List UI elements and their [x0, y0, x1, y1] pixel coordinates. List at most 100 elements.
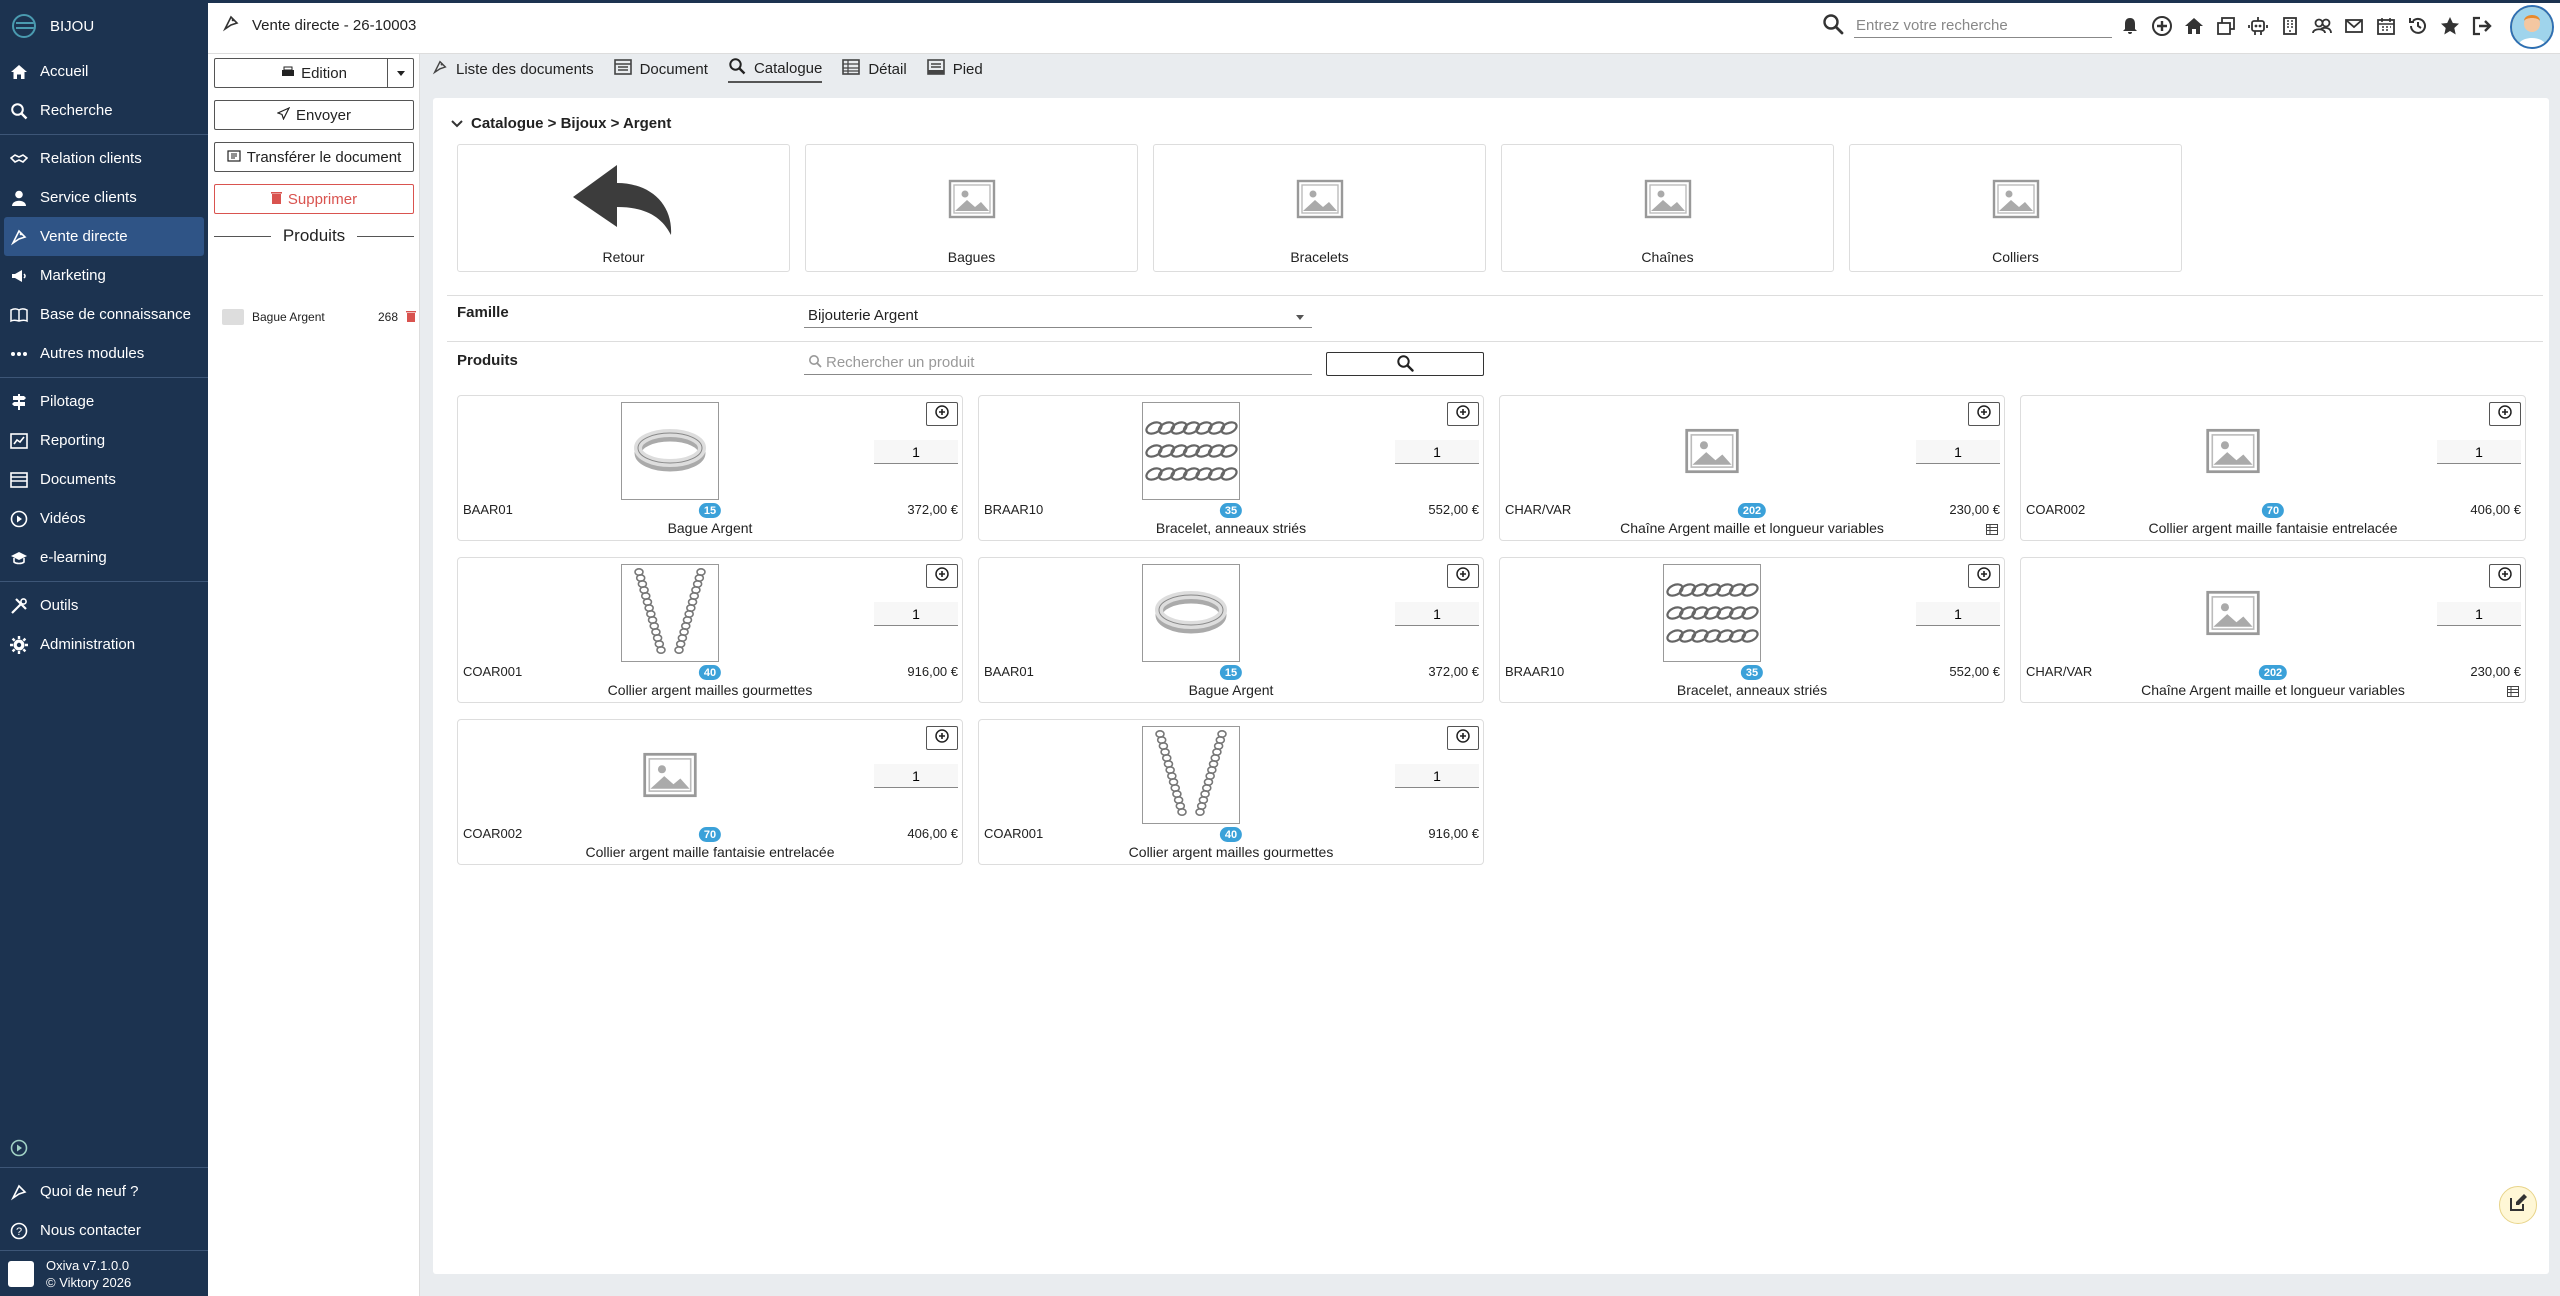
- product-price: 552,00 €: [1428, 502, 1479, 517]
- product-card[interactable]: COAR002 70 406,00 € Collier argent maille f…: [457, 719, 963, 865]
- product-card[interactable]: BAAR01 15 372,00 € Bague Argent: [978, 557, 1484, 703]
- tab-label: Document: [639, 60, 708, 78]
- sidebar-item-recherche[interactable]: Recherche: [0, 91, 208, 130]
- product-card[interactable]: BRAAR10 35 552,00 € Bracelet, anneaux strié…: [978, 395, 1484, 541]
- tab-pied[interactable]: Pied: [926, 55, 983, 83]
- add-to-cart-button[interactable]: [926, 402, 958, 426]
- tab-catalogue[interactable]: Catalogue: [727, 55, 823, 83]
- sidebar-item-e-learning[interactable]: e-learning: [0, 538, 208, 577]
- avatar[interactable]: [2510, 5, 2554, 49]
- category-cha-nes[interactable]: Chaînes: [1501, 144, 1834, 272]
- product-card[interactable]: BAAR01 15 372,00 € Bague Argent: [457, 395, 963, 541]
- sidebar-item-quoi-de-neuf-[interactable]: Quoi de neuf ?: [0, 1172, 208, 1211]
- ring-image: [1142, 564, 1240, 662]
- product-card[interactable]: COAR001 40 916,00 € Collier argent mailles …: [457, 557, 963, 703]
- add-to-cart-button[interactable]: [1447, 726, 1479, 750]
- product-name: Collier argent maille fantaisie entrelac…: [2148, 520, 2398, 536]
- add-to-cart-button[interactable]: [1447, 402, 1479, 426]
- image-placeholder-icon: [2184, 564, 2282, 662]
- sidebar-collapse[interactable]: [0, 1133, 208, 1163]
- quantity-input[interactable]: [874, 764, 958, 788]
- add-to-cart-button[interactable]: [1968, 402, 2000, 426]
- category-bracelets[interactable]: Bracelets: [1153, 144, 1486, 272]
- windows-icon[interactable]: [2214, 14, 2238, 38]
- cart-item[interactable]: Bague Argent 268: [222, 309, 416, 325]
- sidebar-item-label: Autres modules: [40, 345, 145, 362]
- trash-icon[interactable]: [406, 310, 416, 325]
- mail-icon[interactable]: [2342, 14, 2366, 38]
- quantity-input[interactable]: [1916, 440, 2000, 464]
- product-card[interactable]: COAR001 40 916,00 € Collier argent mailles …: [978, 719, 1484, 865]
- users-icon[interactable]: [2310, 14, 2334, 38]
- variant-grid-icon[interactable]: [1986, 522, 1998, 539]
- envoyer-button[interactable]: Envoyer: [214, 100, 414, 130]
- sidebar-item-relation-clients[interactable]: Relation clients: [0, 139, 208, 178]
- calendar-icon[interactable]: [2374, 14, 2398, 38]
- add-to-cart-button[interactable]: [2489, 564, 2521, 588]
- product-name: Bracelet, anneaux striés: [1676, 682, 1828, 698]
- sidebar-item-outils[interactable]: Outils: [0, 586, 208, 625]
- edition-button[interactable]: Edition: [214, 58, 414, 88]
- sidebar-item-autres-modules[interactable]: Autres modules: [0, 334, 208, 373]
- sidebar-item-vente-directe[interactable]: Vente directe: [4, 217, 204, 256]
- edit-note-button[interactable]: [2499, 1186, 2537, 1224]
- edition-dropdown-toggle[interactable]: [387, 59, 413, 87]
- brand[interactable]: BIJOU: [0, 0, 208, 52]
- supprimer-button[interactable]: Supprimer: [214, 184, 414, 214]
- category-colliers[interactable]: Colliers: [1849, 144, 2182, 272]
- star-icon[interactable]: [2438, 14, 2462, 38]
- stock-badge: 40: [1219, 827, 1243, 842]
- product-price: 230,00 €: [1949, 502, 2000, 517]
- product-card[interactable]: CHAR/VAR 202 230,00 € Chaîne Argent maille …: [1499, 395, 2005, 541]
- category-bagues[interactable]: Bagues: [805, 144, 1138, 272]
- robot-icon[interactable]: [2246, 14, 2270, 38]
- global-search-input[interactable]: [1854, 14, 2112, 38]
- quantity-input[interactable]: [874, 440, 958, 464]
- logout-icon[interactable]: [2470, 14, 2494, 38]
- sidebar-item-nous-contacter[interactable]: ? Nous contacter: [0, 1211, 208, 1250]
- quantity-input[interactable]: [1916, 602, 2000, 626]
- sidebar-item-marketing[interactable]: Marketing: [0, 256, 208, 295]
- history-icon[interactable]: [2406, 14, 2430, 38]
- add-circle-icon[interactable]: [2150, 14, 2174, 38]
- product-search-button[interactable]: [1326, 352, 1484, 376]
- product-search-input[interactable]: [826, 354, 1306, 371]
- building-icon[interactable]: [2278, 14, 2302, 38]
- sidebar-item-reporting[interactable]: Reporting: [0, 421, 208, 460]
- tab-document[interactable]: Document: [613, 55, 708, 83]
- sidebar-item-administration[interactable]: Administration: [0, 625, 208, 664]
- add-to-cart-button[interactable]: [1968, 564, 2000, 588]
- sidebar-item-pilotage[interactable]: Pilotage: [0, 382, 208, 421]
- product-card[interactable]: COAR002 70 406,00 € Collier argent maille f…: [2020, 395, 2526, 541]
- sidebar-item-documents[interactable]: Documents: [0, 460, 208, 499]
- add-to-cart-button[interactable]: [926, 564, 958, 588]
- sidebar-item-vid-os[interactable]: Vidéos: [0, 499, 208, 538]
- product-card[interactable]: CHAR/VAR 202 230,00 € Chaîne Argent maille …: [2020, 557, 2526, 703]
- tab-liste-des-documents[interactable]: Liste des documents: [432, 55, 594, 83]
- breadcrumb[interactable]: Catalogue > Bijoux > Argent: [451, 115, 671, 132]
- add-to-cart-button[interactable]: [926, 726, 958, 750]
- home-icon[interactable]: [2182, 14, 2206, 38]
- product-card[interactable]: BRAAR10 35 552,00 € Bracelet, anneaux strié…: [1499, 557, 2005, 703]
- add-to-cart-button[interactable]: [1447, 564, 1479, 588]
- search-icon[interactable]: [1822, 13, 1844, 39]
- quantity-input[interactable]: [1395, 764, 1479, 788]
- quantity-input[interactable]: [2437, 602, 2521, 626]
- quantity-input[interactable]: [874, 602, 958, 626]
- bell-icon[interactable]: [2118, 14, 2142, 38]
- search-icon: [10, 102, 28, 120]
- stock-badge: 35: [1740, 665, 1764, 680]
- quantity-input[interactable]: [1395, 440, 1479, 464]
- quantity-input[interactable]: [2437, 440, 2521, 464]
- variant-grid-icon[interactable]: [2507, 684, 2519, 701]
- sidebar-item-service-clients[interactable]: Service clients: [0, 178, 208, 217]
- add-to-cart-button[interactable]: [2489, 402, 2521, 426]
- sidebar-item-base-de-connaissance[interactable]: Base de connaissance: [0, 295, 208, 334]
- sidebar-item-accueil[interactable]: Accueil: [0, 52, 208, 91]
- product-code: BAAR01: [984, 664, 1034, 679]
- tab-d-tail[interactable]: Détail: [842, 55, 907, 83]
- transferer-button[interactable]: Transférer le document: [214, 142, 414, 172]
- category-retour[interactable]: Retour: [457, 144, 790, 272]
- famille-select[interactable]: Bijouterie Argent: [804, 304, 1312, 328]
- quantity-input[interactable]: [1395, 602, 1479, 626]
